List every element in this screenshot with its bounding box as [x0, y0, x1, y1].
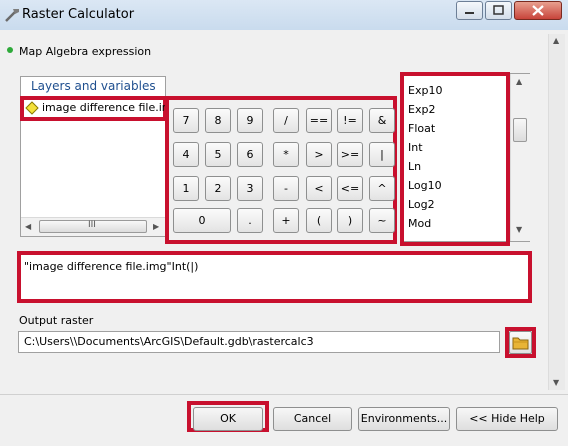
raster-layer-icon [25, 101, 39, 115]
layers-header: Layers and variables [21, 77, 165, 98]
close-button[interactable] [514, 1, 562, 20]
key-4-button[interactable]: 4 [173, 142, 199, 167]
key-3-button[interactable]: 3 [237, 176, 263, 201]
scroll-up-icon[interactable]: ▲ [516, 77, 522, 86]
expression-highlight [17, 251, 532, 303]
function-item[interactable]: Float [408, 122, 435, 135]
scroll-up-icon[interactable]: ▲ [553, 36, 559, 45]
dialog-scrollbar[interactable]: ▲ ▼ [548, 34, 565, 390]
function-item[interactable]: Exp2 [408, 103, 435, 116]
key-7-button[interactable]: 7 [173, 108, 199, 133]
window-title: Raster Calculator [22, 7, 135, 22]
key-2-button[interactable]: 2 [205, 176, 231, 201]
key-not-equal-button[interactable]: != [337, 108, 363, 133]
function-item[interactable]: Log2 [408, 198, 435, 211]
function-item[interactable]: Ln [408, 160, 421, 173]
raster-calculator-icon [5, 9, 19, 22]
function-item[interactable]: Log10 [408, 179, 442, 192]
output-raster-label: Output raster [19, 314, 94, 327]
key-0-button[interactable]: 0 [173, 208, 231, 233]
output-raster-value: C:\Users\\Documents\ArcGIS\Default.gdb\r… [24, 335, 314, 348]
scroll-right-icon[interactable]: ▶ [153, 222, 159, 231]
key-divide-button[interactable]: / [273, 108, 299, 133]
scroll-left-icon[interactable]: ◀ [25, 222, 31, 231]
output-raster-field[interactable]: C:\Users\\Documents\ArcGIS\Default.gdb\r… [18, 331, 500, 353]
layers-header-label: Layers and variables [31, 79, 156, 93]
function-item[interactable]: Exp10 [408, 84, 442, 97]
maximize-button[interactable] [485, 1, 512, 20]
key-and-button[interactable]: & [369, 108, 395, 133]
functions-scrollbar[interactable]: ▲ ▼ [510, 74, 530, 241]
minimize-button[interactable] [456, 1, 483, 20]
title-bar[interactable]: Raster Calculator [0, 0, 568, 30]
environments-button[interactable]: Environments... [358, 407, 450, 431]
browse-button[interactable] [509, 331, 532, 354]
hide-help-button[interactable]: << Hide Help [456, 407, 558, 431]
key-1-button[interactable]: 1 [173, 176, 199, 201]
green-dot-icon [7, 47, 13, 53]
key-less-button[interactable]: < [306, 176, 332, 201]
scroll-down-icon[interactable]: ▼ [516, 225, 522, 234]
key-6-button[interactable]: 6 [237, 142, 263, 167]
hscroll-thumb[interactable]: III [39, 220, 147, 233]
key-minus-button[interactable]: - [273, 176, 299, 201]
layer-item[interactable]: image difference file.img [25, 101, 165, 116]
expression-text: "image difference file.img"Int(|) [24, 260, 199, 273]
key-equal-button[interactable]: == [306, 108, 332, 133]
function-item[interactable]: Mod [408, 217, 431, 230]
key-greater-equal-button[interactable]: >= [337, 142, 363, 167]
key-open-paren-button[interactable]: ( [306, 208, 332, 233]
minimize-icon [465, 12, 474, 14]
key-multiply-button[interactable]: * [273, 142, 299, 167]
key-8-button[interactable]: 8 [205, 108, 231, 133]
functions-scroll-thumb[interactable] [513, 118, 527, 142]
key-5-button[interactable]: 5 [205, 142, 231, 167]
maximize-icon [493, 5, 504, 15]
folder-icon [512, 337, 529, 350]
key-or-button[interactable]: | [369, 142, 395, 167]
key-not-button[interactable]: ~ [369, 208, 395, 233]
layer-item-label: image difference file.img [42, 101, 165, 114]
close-icon [532, 5, 544, 16]
key-greater-button[interactable]: > [306, 142, 332, 167]
key-less-equal-button[interactable]: <= [337, 176, 363, 201]
function-item[interactable]: Int [408, 141, 423, 154]
key-9-button[interactable]: 9 [237, 108, 263, 133]
key-close-paren-button[interactable]: ) [337, 208, 363, 233]
divider [0, 394, 568, 395]
key-plus-button[interactable]: + [273, 208, 299, 233]
cancel-button[interactable]: Cancel [273, 407, 352, 431]
ok-button[interactable]: OK [193, 407, 263, 431]
layers-hscrollbar[interactable]: ◀ III ▶ [21, 217, 165, 236]
map-algebra-label: Map Algebra expression [19, 45, 152, 58]
key-xor-button[interactable]: ^ [369, 176, 395, 201]
scroll-grip: III [88, 220, 96, 230]
scroll-down-icon[interactable]: ▼ [553, 378, 559, 387]
key-decimal-button[interactable]: . [237, 208, 263, 233]
